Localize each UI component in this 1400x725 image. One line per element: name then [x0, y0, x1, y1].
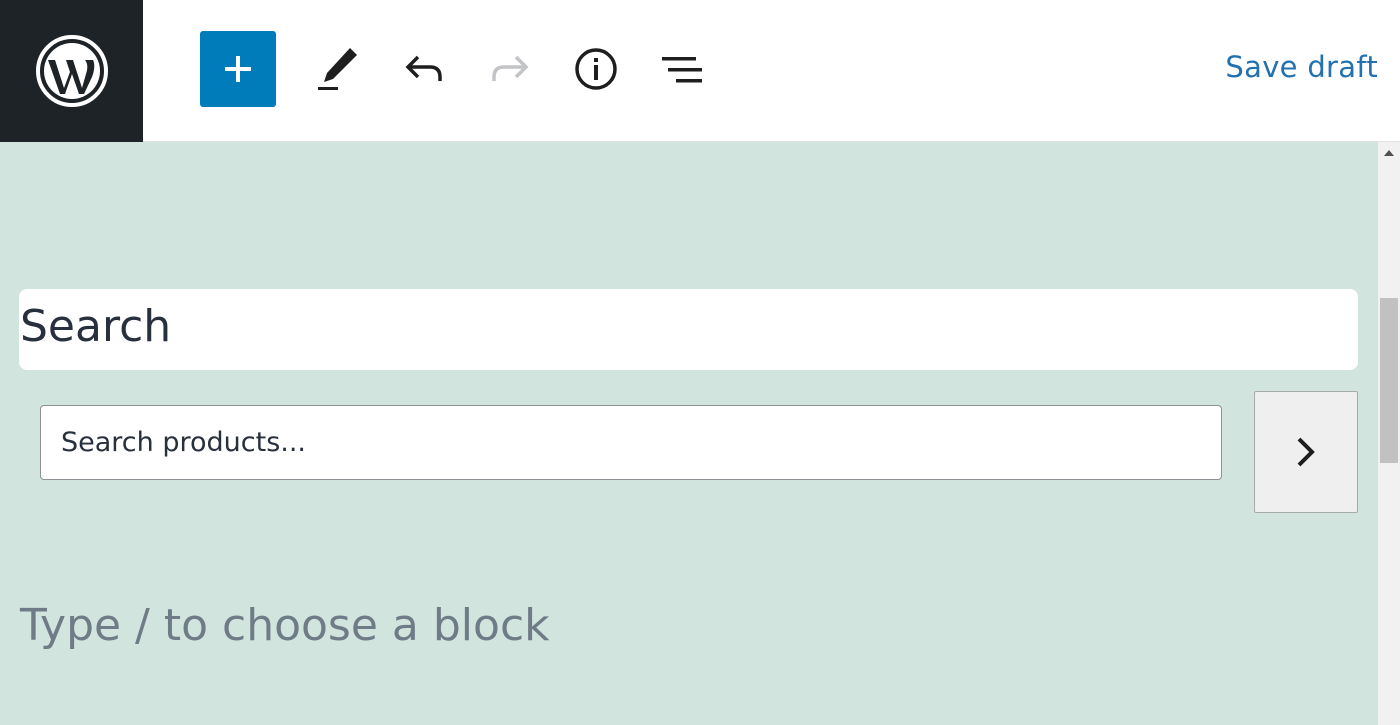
search-submit-button[interactable] — [1254, 391, 1358, 513]
block-appender-placeholder[interactable]: Type / to choose a block — [20, 600, 550, 651]
vertical-scrollbar[interactable] — [1378, 142, 1400, 725]
undo-icon — [405, 55, 442, 81]
details-button[interactable] — [558, 31, 634, 107]
product-search-input[interactable] — [40, 405, 1222, 480]
heading-block[interactable]: Search — [19, 289, 1358, 370]
wordpress-logo-icon — [35, 35, 108, 107]
redo-icon — [492, 55, 529, 81]
scroll-up-arrow-icon[interactable] — [1384, 150, 1394, 156]
plus-icon — [225, 56, 251, 82]
editor-toolbar: Save draft — [0, 0, 1400, 142]
add-block-button[interactable] — [200, 31, 276, 107]
info-icon — [575, 48, 617, 90]
tools-button[interactable] — [300, 31, 376, 107]
save-draft-button[interactable]: Save draft — [1225, 50, 1378, 84]
scroll-thumb[interactable] — [1380, 298, 1398, 463]
editor-app: Save draft Search Type / to choose a blo… — [0, 0, 1400, 725]
heading-text[interactable]: Search — [20, 301, 171, 352]
redo-button[interactable] — [472, 31, 548, 107]
wordpress-logo-button[interactable] — [0, 0, 143, 142]
pencil-icon — [318, 48, 357, 90]
list-view-button[interactable] — [644, 31, 720, 107]
chevron-right-icon — [1297, 437, 1315, 467]
list-view-icon — [662, 57, 702, 83]
undo-button[interactable] — [386, 31, 462, 107]
